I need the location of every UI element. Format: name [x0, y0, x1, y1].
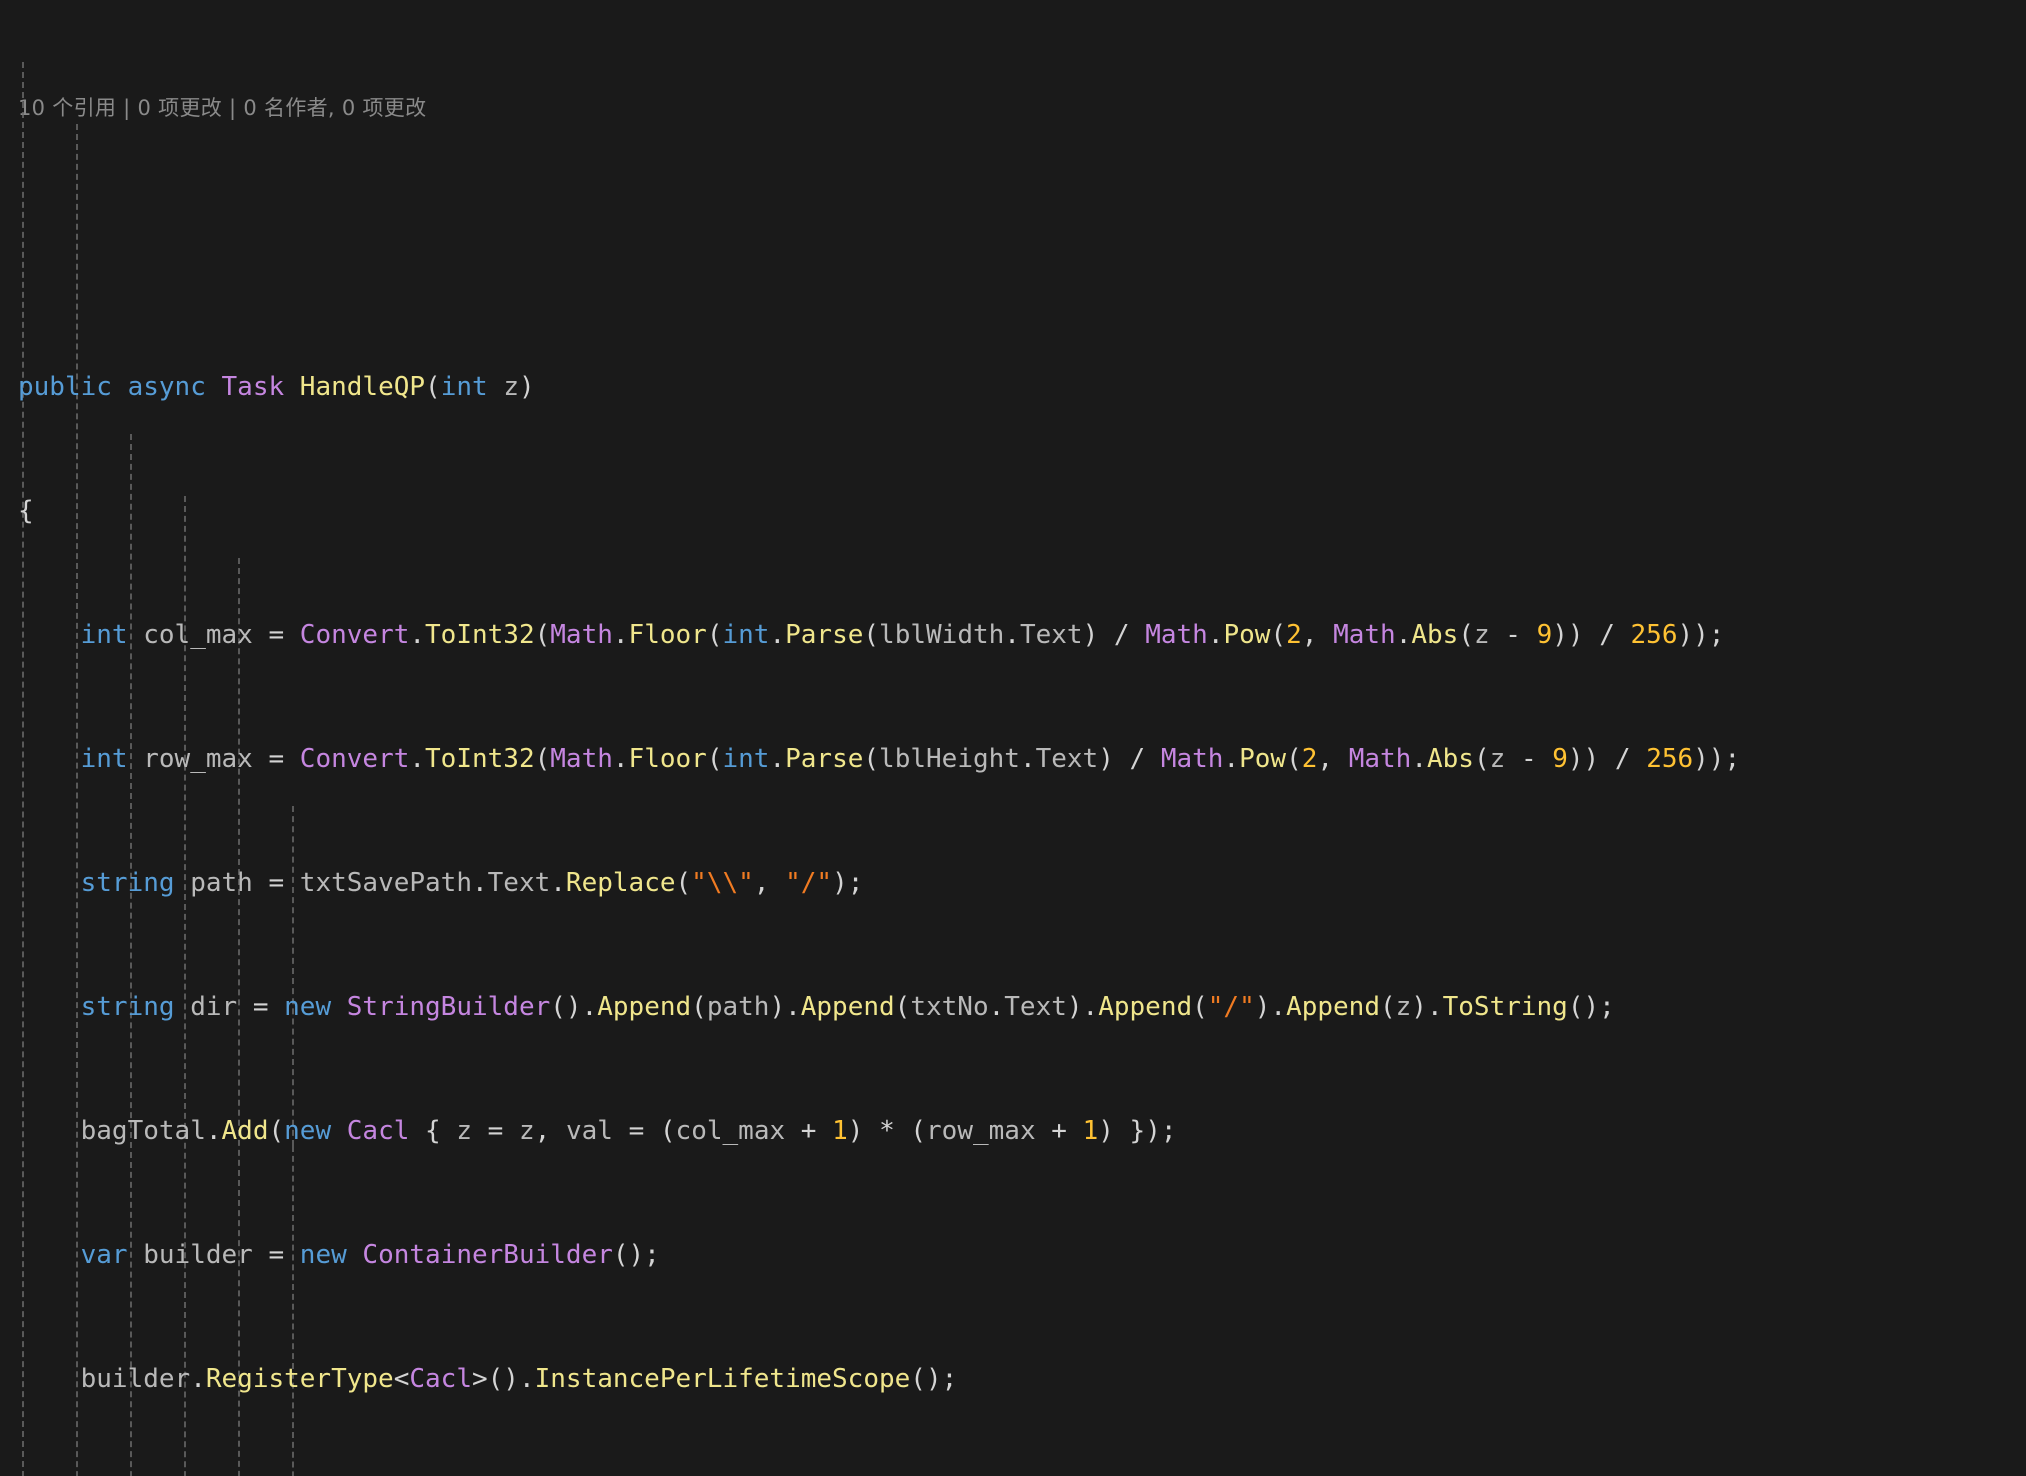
- code-line[interactable]: public async Task HandleQP(int z): [0, 372, 2026, 403]
- code-line[interactable]: builder.RegisterType<Cacl>().InstancePer…: [0, 1364, 2026, 1395]
- code-editor[interactable]: 10 个引用 | 0 项更改 | 0 名作者, 0 项更改 public asy…: [0, 0, 2026, 1476]
- codelens-text[interactable]: 10 个引用 | 0 项更改 | 0 名作者, 0 项更改: [18, 96, 426, 120]
- code-line[interactable]: {: [0, 496, 2026, 527]
- code-line[interactable]: int row_max = Convert.ToInt32(Math.Floor…: [0, 744, 2026, 775]
- code-line[interactable]: bagTotal.Add(new Cacl { z = z, val = (co…: [0, 1116, 2026, 1147]
- code-line[interactable]: int col_max = Convert.ToInt32(Math.Floor…: [0, 620, 2026, 651]
- code-lines[interactable]: public async Task HandleQP(int z) { int …: [0, 279, 2026, 1476]
- code-line[interactable]: string dir = new StringBuilder().Append(…: [0, 992, 2026, 1023]
- code-line[interactable]: string path = txtSavePath.Text.Replace("…: [0, 868, 2026, 899]
- code-line[interactable]: var builder = new ContainerBuilder();: [0, 1240, 2026, 1271]
- codelens-bar[interactable]: 10 个引用 | 0 项更改 | 0 名作者, 0 项更改: [0, 93, 2026, 124]
